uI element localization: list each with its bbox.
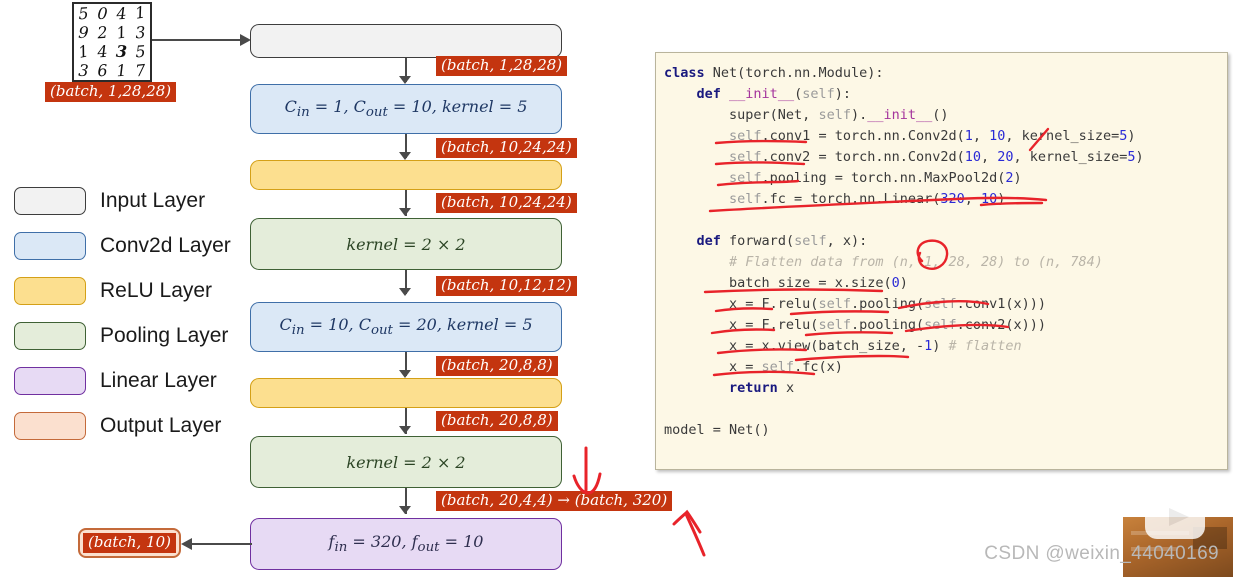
code-block: class Net(torch.nn.Module): def __init__… (664, 65, 1144, 438)
mnist-digit: 1 (114, 22, 129, 43)
mnist-digit: 2 (96, 22, 109, 43)
connector-arrowhead (399, 426, 411, 434)
tv-play-icon (1145, 482, 1205, 539)
legend-label: ReLU Layer (100, 278, 213, 302)
shape-tag-flatten: (batch, 20,4,4) → (batch, 320) (436, 491, 673, 511)
legend-item-output: Output Layer (14, 403, 244, 448)
mnist-digit: 1 (76, 41, 91, 62)
flow-block-relu-1 (250, 160, 562, 190)
mnist-digit: 0 (96, 3, 109, 24)
flow-block-label: kernel = 2 × 2 (346, 452, 466, 472)
connector-arrowhead (399, 76, 411, 84)
connector-arrowhead (399, 208, 411, 216)
flow-block-relu-2 (250, 378, 562, 408)
mnist-digit: 1 (133, 2, 147, 23)
code-panel: class Net(torch.nn.Module): def __init__… (655, 52, 1228, 470)
mnist-digit-grid: 5 0 4 1 9 2 1 3 1 4 3 5 3 6 1 7 (72, 2, 152, 82)
legend-label: Linear Layer (100, 368, 217, 392)
legend-swatch-linear (14, 366, 86, 395)
watermark-text: CSDN @weixin_44040169 (984, 543, 1219, 564)
flow-block-conv2d-1: Cin = 1, Cout = 10, kernel = 5 (250, 84, 562, 134)
mnist-digit: 5 (77, 3, 90, 24)
shape-tag-input-sample: (batch, 1,28,28) (45, 82, 177, 102)
legend-swatch-output (14, 411, 86, 440)
flow-block-conv2d-2: Cin = 10, Cout = 20, kernel = 5 (250, 302, 562, 352)
legend-label: Output Layer (100, 413, 222, 437)
mnist-digit: 3 (77, 60, 90, 81)
mnist-digit: 7 (134, 60, 147, 81)
flow-block-output-layer: (batch, 10) (78, 528, 181, 558)
legend-item-linear: Linear Layer (14, 358, 244, 403)
mnist-digit: 1 (115, 60, 128, 81)
diagram-canvas: 5 0 4 1 9 2 1 3 1 4 3 5 3 6 1 7 (batch, … (0, 0, 1233, 577)
flow-block-label: kernel = 2 × 2 (346, 234, 466, 254)
arrow-sample-to-input (152, 34, 251, 46)
mnist-digit: 5 (134, 41, 147, 62)
flow-block-label: Cin = 10, Cout = 20, kernel = 5 (279, 315, 533, 339)
legend-label: Input Layer (100, 188, 206, 212)
flow-block-label: fin = 320, fout = 10 (328, 532, 484, 556)
legend-item-pooling: Pooling Layer (14, 313, 244, 358)
flow-block-pooling-2: kernel = 2 × 2 (250, 436, 562, 488)
legend: Input Layer Conv2d Layer ReLU Layer Pool… (14, 178, 244, 448)
shape-tag-after-input: (batch, 1,28,28) (436, 56, 568, 76)
flow-block-input-layer (250, 24, 562, 58)
flow-block-linear: fin = 320, fout = 10 (250, 518, 562, 570)
shape-tag-output: (batch, 10) (83, 533, 176, 553)
mnist-digit: 3 (134, 22, 147, 43)
shape-tag-after-conv2: (batch, 20,8,8) (436, 356, 558, 376)
legend-swatch-input (14, 186, 86, 215)
legend-swatch-conv2d (14, 231, 86, 260)
mnist-digit: 3 (115, 41, 128, 62)
arrow-linear-to-output (181, 538, 252, 550)
legend-item-conv2d: Conv2d Layer (14, 223, 244, 268)
connector-arrowhead (399, 370, 411, 378)
legend-label: Pooling Layer (100, 323, 229, 347)
shape-tag-after-pool1: (batch, 10,12,12) (436, 276, 577, 296)
connector-arrowhead (399, 288, 411, 296)
shape-tag-after-conv1: (batch, 10,24,24) (436, 138, 577, 158)
legend-swatch-pooling (14, 321, 86, 350)
flow-block-label: Cin = 1, Cout = 10, kernel = 5 (284, 97, 528, 121)
connector-arrowhead (399, 152, 411, 160)
legend-item-input: Input Layer (14, 178, 244, 223)
legend-label: Conv2d Layer (100, 233, 231, 257)
mnist-digit: 6 (96, 60, 109, 81)
shape-tag-after-relu2: (batch, 20,8,8) (436, 411, 558, 431)
mnist-digit: 4 (96, 41, 109, 62)
shape-tag-after-relu1: (batch, 10,24,24) (436, 193, 577, 213)
legend-item-relu: ReLU Layer (14, 268, 244, 313)
connector-arrowhead (399, 506, 411, 514)
flow-block-pooling-1: kernel = 2 × 2 (250, 218, 562, 270)
legend-swatch-relu (14, 276, 86, 305)
